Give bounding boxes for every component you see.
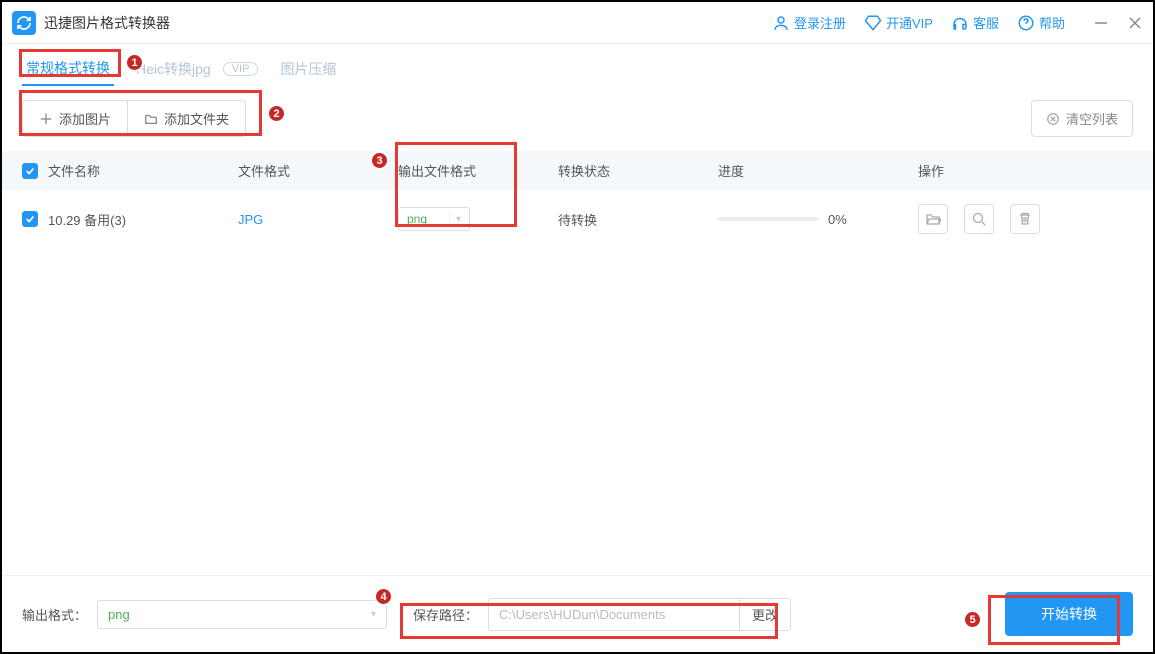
row-status: 待转换	[558, 210, 718, 229]
user-icon	[772, 14, 790, 32]
window-controls	[1093, 15, 1143, 31]
vip-badge: VIP	[223, 62, 259, 76]
tab-compress[interactable]: 图片压缩	[276, 53, 340, 85]
headset-icon	[951, 14, 969, 32]
tab-bar: 常规格式转换 Heic转换jpg VIP 图片压缩	[2, 44, 1153, 86]
row-output-format-value: png	[407, 212, 427, 226]
header-status: 转换状态	[558, 161, 718, 180]
row-format: JPG	[238, 212, 398, 227]
login-label: 登录注册	[794, 13, 846, 32]
add-image-label: 添加图片	[59, 109, 111, 128]
header-progress: 进度	[718, 161, 918, 180]
add-image-button[interactable]: 添加图片	[22, 100, 128, 137]
search-icon	[971, 211, 987, 227]
header-name: 文件名称	[48, 161, 238, 180]
folder-open-icon	[925, 211, 941, 227]
minimize-button[interactable]	[1093, 15, 1109, 31]
table-header: 文件名称 文件格式 输出文件格式 转换状态 进度 操作	[2, 151, 1153, 190]
clear-list-label: 清空列表	[1066, 109, 1118, 128]
toolbar: 添加图片 添加文件夹 清空列表	[2, 86, 1153, 151]
row-output-format-select[interactable]: png ▾	[398, 207, 470, 231]
support-label: 客服	[973, 13, 999, 32]
preview-button[interactable]	[964, 204, 994, 234]
close-button[interactable]	[1127, 15, 1143, 31]
save-path-input[interactable]	[489, 601, 739, 628]
add-folder-label: 添加文件夹	[164, 109, 229, 128]
tab-heic-convert[interactable]: Heic转换jpg	[132, 53, 215, 85]
diamond-icon	[864, 14, 882, 32]
help-icon	[1017, 14, 1035, 32]
vip-link[interactable]: 开通VIP	[864, 13, 933, 32]
output-format-select[interactable]: png ▾	[97, 600, 387, 629]
row-filename: 10.29 备用(3)	[48, 210, 238, 229]
delete-button[interactable]	[1010, 204, 1040, 234]
add-folder-button[interactable]: 添加文件夹	[128, 100, 246, 137]
table-row: 10.29 备用(3) JPG png ▾ 待转换 0%	[2, 190, 1153, 248]
header-actions: 操作	[918, 161, 1133, 180]
folder-icon	[144, 112, 158, 126]
change-path-button[interactable]: 更改	[739, 599, 790, 630]
row-checkbox[interactable]	[22, 211, 38, 227]
clear-list-button[interactable]: 清空列表	[1031, 100, 1133, 137]
app-logo-icon	[12, 11, 36, 35]
output-format-label: 输出格式：	[22, 605, 87, 624]
titlebar: 迅捷图片格式转换器 登录注册 开通VIP 客服 帮助	[2, 2, 1153, 44]
check-icon	[25, 166, 35, 176]
save-path-group: 更改	[488, 598, 791, 631]
header-output-format: 输出文件格式	[398, 161, 558, 180]
header-format: 文件格式	[238, 161, 398, 180]
row-progress: 0%	[718, 212, 918, 227]
progress-bar	[718, 217, 818, 221]
chevron-down-icon: ▾	[371, 609, 376, 620]
login-link[interactable]: 登录注册	[772, 13, 846, 32]
start-convert-button[interactable]: 开始转换	[1005, 592, 1133, 636]
app-title: 迅捷图片格式转换器	[44, 13, 772, 33]
trash-icon	[1017, 211, 1033, 227]
open-folder-button[interactable]	[918, 204, 948, 234]
support-link[interactable]: 客服	[951, 13, 999, 32]
save-path-label: 保存路径：	[413, 605, 478, 624]
footer: 输出格式： png ▾ 保存路径： 更改 开始转换	[2, 575, 1153, 652]
select-all-checkbox[interactable]	[22, 163, 38, 179]
plus-icon	[39, 112, 53, 126]
vip-label: 开通VIP	[886, 13, 933, 32]
help-label: 帮助	[1039, 13, 1065, 32]
check-icon	[25, 214, 35, 224]
output-format-value: png	[108, 607, 130, 622]
add-button-group: 添加图片 添加文件夹	[22, 100, 246, 137]
chevron-down-icon: ▾	[449, 214, 461, 225]
row-actions	[918, 204, 1040, 234]
titlebar-right: 登录注册 开通VIP 客服 帮助	[772, 13, 1143, 32]
clear-icon	[1046, 112, 1060, 126]
tab-normal-convert[interactable]: 常规格式转换	[22, 52, 114, 86]
row-progress-text: 0%	[828, 212, 847, 227]
help-link[interactable]: 帮助	[1017, 13, 1065, 32]
